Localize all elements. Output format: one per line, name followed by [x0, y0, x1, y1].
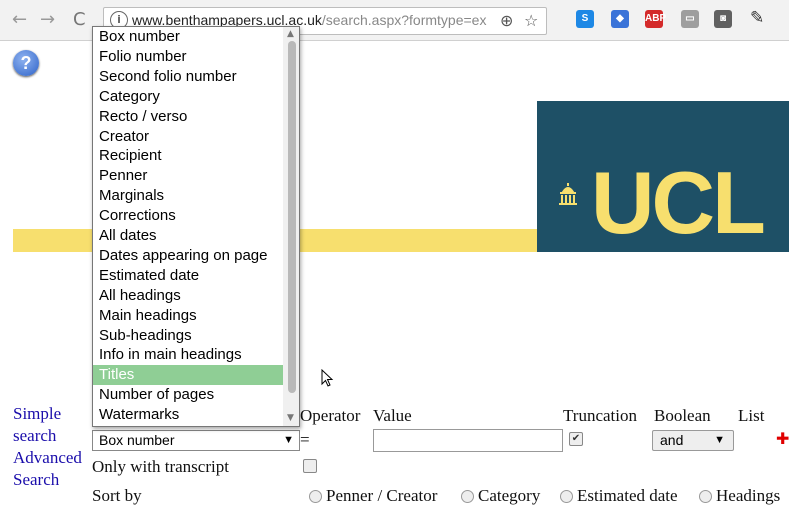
sort-headings-radio[interactable] — [699, 490, 712, 503]
dropdown-option[interactable]: Corrections — [93, 206, 286, 226]
add-row-icon[interactable]: ✚ — [776, 429, 789, 448]
pencil-icon[interactable]: ✎ — [750, 8, 764, 28]
dropdown-option[interactable]: Recto / verso — [93, 107, 286, 127]
scrollbar-thumb[interactable] — [288, 41, 296, 393]
value-input[interactable] — [373, 429, 563, 452]
truncation-checkbox[interactable]: ✔ — [569, 432, 583, 446]
mouse-cursor-icon — [321, 369, 334, 387]
dropdown-option[interactable]: Dates appearing on page — [93, 246, 286, 266]
list-header: List — [738, 406, 765, 425]
truncation-header: Truncation — [563, 406, 637, 425]
dropdown-option[interactable]: Folio number — [93, 47, 286, 67]
ucl-logo[interactable]: UCL — [537, 101, 789, 252]
back-arrow-icon[interactable]: ← — [12, 9, 27, 30]
sort-estimated-date-radio[interactable] — [560, 490, 573, 503]
only-with-transcript-label: Only with transcript — [92, 457, 229, 476]
sort-estimated-date-label: Estimated date — [577, 486, 678, 505]
dropdown-option[interactable]: Number of pages — [93, 385, 286, 405]
dropdown-option[interactable]: Main headings — [93, 306, 286, 326]
dropdown-option[interactable]: Creator — [93, 127, 286, 147]
help-icon[interactable]: ? — [13, 50, 39, 76]
send-extension-icon[interactable]: ◆ — [611, 10, 629, 28]
boolean-select-value: and — [660, 432, 684, 448]
dropdown-arrow-icon: ▼ — [283, 434, 294, 446]
sort-category-label: Category — [478, 486, 541, 505]
boolean-select[interactable]: and ▼ — [652, 430, 734, 451]
scroll-up-arrow-icon[interactable]: ▲ — [287, 29, 294, 39]
only-with-transcript-checkbox[interactable] — [303, 459, 317, 473]
dropdown-option[interactable]: Box number — [93, 27, 286, 47]
dropdown-arrow-icon: ▼ — [714, 434, 725, 446]
advanced-search-link[interactable]: Advanced Search — [13, 447, 93, 491]
dropdown-option[interactable]: Titles — [93, 365, 286, 386]
field-dropdown-list[interactable]: Box number Folio number Second folio numbe… — [92, 26, 300, 427]
forward-arrow-icon[interactable]: → — [40, 9, 55, 30]
field-select[interactable]: Box number ▼ — [92, 430, 300, 451]
dropdown-option[interactable]: Penner — [93, 166, 286, 186]
abp-extension-icon[interactable]: ABP — [645, 10, 666, 28]
sort-penner-radio[interactable] — [309, 490, 322, 503]
boolean-header: Boolean — [654, 406, 711, 425]
scroll-down-arrow-icon[interactable]: ▼ — [287, 413, 294, 423]
simple-search-link[interactable]: Simple search — [13, 403, 73, 447]
dropdown-option[interactable]: Marginals — [93, 186, 286, 206]
dropdown-scrollbar[interactable]: ▲ ▼ — [283, 27, 299, 426]
lightbulb-extension-icon[interactable]: ◙ — [714, 10, 732, 28]
bookmark-star-icon[interactable]: ☆ — [524, 11, 538, 30]
dropdown-option[interactable]: Estimated date — [93, 266, 286, 286]
portico-icon — [559, 183, 577, 205]
logo-text: UCL — [591, 153, 766, 252]
sort-penner-label: Penner / Creator — [326, 486, 438, 505]
dropdown-option[interactable]: Second folio number — [93, 67, 286, 87]
sort-category-radio[interactable] — [461, 490, 474, 503]
field-select-value: Box number — [99, 432, 175, 448]
dropdown-option[interactable]: Watermarks — [93, 405, 286, 425]
value-header: Value — [373, 406, 412, 425]
operator-value: = — [300, 430, 310, 449]
operator-header: Operator — [300, 406, 361, 425]
dropdown-option[interactable]: Info in main headings — [93, 345, 286, 365]
dropdown-option[interactable]: Recipient — [93, 146, 286, 166]
dropdown-option[interactable]: All headings — [93, 286, 286, 306]
page-extension-icon[interactable]: ▭ — [681, 10, 699, 28]
sort-headings-label: Headings — [716, 486, 781, 505]
sort-by-label: Sort by — [92, 486, 142, 505]
reload-icon[interactable]: C — [73, 9, 86, 30]
dropdown-option[interactable]: Category — [93, 87, 286, 107]
s-extension-icon[interactable]: S — [576, 10, 594, 28]
dropdown-option[interactable]: Sub-headings — [93, 326, 286, 346]
zoom-icon[interactable]: ⊕ — [500, 11, 513, 30]
dropdown-option[interactable]: All dates — [93, 226, 286, 246]
